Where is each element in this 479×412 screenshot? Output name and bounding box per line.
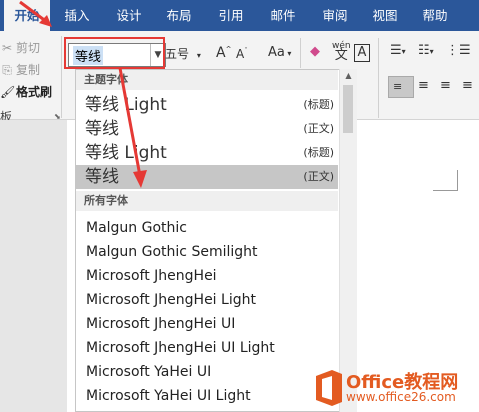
logo-url: www.office26.com xyxy=(346,390,456,404)
office-logo-icon xyxy=(316,370,342,406)
arrow-to-home-tab xyxy=(19,0,48,24)
annotation-arrows xyxy=(19,0,147,188)
arrow-to-selected-font xyxy=(118,67,142,177)
arrowhead-icon xyxy=(133,170,147,188)
watermark-logo: Office教程网 www.office26.com xyxy=(312,364,479,412)
